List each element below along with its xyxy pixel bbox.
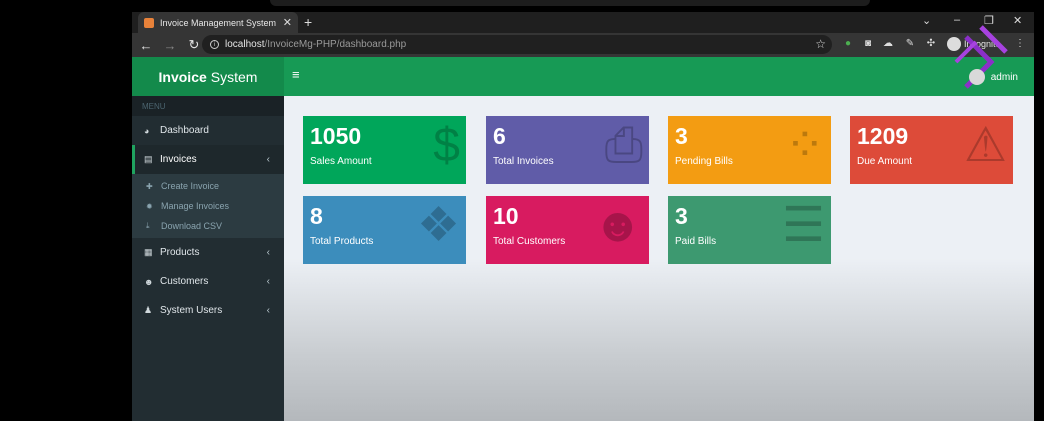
sidebar-item-products[interactable]: ▦ Products ‹ <box>132 238 284 267</box>
users-icon: ☻ <box>592 199 643 252</box>
sidebar-item-label: Products <box>160 247 200 258</box>
url-text: localhost/InvoiceMg-PHP/dashboard.php <box>225 39 407 50</box>
sidebar-subitem-manage-invoices[interactable]: ✹ Manage Invoices <box>132 196 284 216</box>
watermark-logo <box>954 25 1008 89</box>
stat-box-due-amount[interactable]: 1209 Due Amount ⚠ <box>850 116 1013 184</box>
stat-box-total-customers[interactable]: 10 Total Customers ☻ <box>486 196 649 264</box>
sidebar-item-system-users[interactable]: ♟ System Users ‹ <box>132 296 284 325</box>
address-bar[interactable]: i localhost/InvoiceMg-PHP/dashboard.php … <box>202 35 832 54</box>
pen-icon[interactable]: ✎ <box>904 38 916 50</box>
sidebar-subitem-create-invoice[interactable]: ✚ Create Invoice <box>132 176 284 196</box>
tab-search-icon[interactable]: ⌄ <box>922 14 931 27</box>
sidebar-toggle-icon[interactable]: ≡ <box>292 67 300 82</box>
stat-label: Due Amount <box>857 156 913 167</box>
invoices-submenu: ✚ Create Invoice ✹ Manage Invoices ⤓ Dow… <box>132 174 284 238</box>
sidebar-item-label: Dashboard <box>160 125 209 136</box>
stat-box-pending-bills[interactable]: 3 Pending Bills ⁘ <box>668 116 831 184</box>
info-icon[interactable]: i <box>210 40 219 49</box>
dollar-icon: $ <box>433 119 460 172</box>
sidebar-subitem-download-csv[interactable]: ⤓ Download CSV <box>132 216 284 236</box>
stat-value: 3 <box>675 203 688 229</box>
file-icon: ▤ <box>144 154 153 164</box>
screen: Invoice Management System ✕ + ⌄ – ❐ ✕ ← … <box>0 0 1044 421</box>
stat-label: Total Invoices <box>493 156 554 167</box>
chevron-left-icon: ‹ <box>266 305 270 316</box>
stat-value: 10 <box>493 203 519 229</box>
extension-icon[interactable]: ● <box>842 38 854 50</box>
sidebar-item-customers[interactable]: ☻ Customers ‹ <box>132 267 284 296</box>
subitem-label: Download CSV <box>161 221 223 231</box>
chevron-left-icon: ‹ <box>266 247 270 258</box>
stat-value: 1209 <box>857 123 909 149</box>
subitem-label: Create Invoice <box>161 181 220 191</box>
back-icon[interactable]: ← <box>136 38 156 53</box>
new-tab-icon[interactable]: + <box>304 14 312 30</box>
web-app: Invoice System ≡ admin MENU ◕ Dashboard … <box>132 25 1034 421</box>
stat-box-sales-amount[interactable]: 1050 Sales Amount $ <box>303 116 466 184</box>
warning-icon: ⚠ <box>963 119 1007 172</box>
user-menu[interactable]: admin <box>968 69 1018 85</box>
menu-label: MENU <box>132 96 284 116</box>
avatar <box>968 69 985 85</box>
stat-label: Sales Amount <box>310 156 372 167</box>
stat-label: Total Products <box>310 236 374 247</box>
favicon-icon <box>144 17 154 28</box>
cloud-icon[interactable]: ☁ <box>882 38 894 50</box>
browser-tab[interactable]: Invoice Management System ✕ <box>138 12 298 33</box>
tab-title: Invoice Management System <box>160 17 277 28</box>
stat-label: Paid Bills <box>675 236 717 247</box>
address-bar-row: ← → ↻ i localhost/InvoiceMg-PHP/dashboar… <box>132 33 1034 57</box>
close-tab-icon[interactable]: ✕ <box>283 16 292 29</box>
tachometer-icon: ◕ <box>144 125 150 136</box>
system-top-bar <box>270 0 870 6</box>
sidebar-item-label: System Users <box>160 305 223 316</box>
chevron-left-icon: ‹ <box>266 154 270 165</box>
sidebar-item-dashboard[interactable]: ◕ Dashboard <box>132 116 284 145</box>
stat-value: 3 <box>675 123 688 149</box>
stat-box-total-invoices[interactable]: 6 Total Invoices ⎙ <box>486 116 649 184</box>
sidebar: MENU ◕ Dashboard ▤ Invoices ‹ ✚ Create I… <box>132 96 284 421</box>
sidebar-item-label: Invoices <box>160 154 197 165</box>
stat-label: Total Customers <box>493 236 566 247</box>
stat-box-total-products[interactable]: 8 Total Products ❖ <box>303 196 466 264</box>
table-icon: ▦ <box>144 247 153 257</box>
user-icon: ♟ <box>144 305 153 315</box>
users-icon: ☻ <box>144 276 154 287</box>
camera-icon[interactable]: ◙ <box>862 38 874 50</box>
app-header: Invoice System ≡ admin <box>132 25 1034 96</box>
stat-label: Pending Bills <box>675 156 733 167</box>
gear-icon: ✹ <box>146 201 153 211</box>
stat-box-paid-bills[interactable]: 3 Paid Bills ☰ <box>668 196 831 264</box>
user-name: admin <box>990 71 1018 83</box>
subitem-label: Manage Invoices <box>161 201 230 211</box>
logo-rest: System <box>210 68 258 85</box>
reload-icon[interactable]: ↻ <box>184 37 204 53</box>
dashboard-content: 1050 Sales Amount $ 6 Total Invoices ⎙ 3… <box>284 96 1034 421</box>
download-icon: ⤓ <box>146 221 150 230</box>
browser-window: Invoice Management System ✕ + ⌄ – ❐ ✕ ← … <box>132 12 1034 421</box>
app-logo[interactable]: Invoice System <box>132 57 284 96</box>
stat-value: 8 <box>310 203 323 229</box>
printer-icon: ⎙ <box>604 119 643 172</box>
plus-icon: ✚ <box>146 181 153 191</box>
stat-value: 6 <box>493 123 506 149</box>
logo-bold: Invoice <box>158 68 207 85</box>
list-icon: ☰ <box>781 199 825 252</box>
puzzle-icon[interactable]: ✣ <box>925 38 937 50</box>
bookmark-star-icon[interactable]: ☆ <box>815 37 826 51</box>
dropbox-icon: ❖ <box>416 199 460 252</box>
forward-icon[interactable]: → <box>160 38 180 53</box>
chevron-left-icon: ‹ <box>266 276 270 287</box>
tab-strip: Invoice Management System ✕ + ⌄ – ❐ ✕ <box>132 12 1034 33</box>
stat-value: 1050 <box>310 123 362 149</box>
sidebar-item-label: Customers <box>160 276 209 287</box>
spinner-icon: ⁘ <box>784 119 825 172</box>
sidebar-item-invoices[interactable]: ▤ Invoices ‹ <box>132 145 284 174</box>
